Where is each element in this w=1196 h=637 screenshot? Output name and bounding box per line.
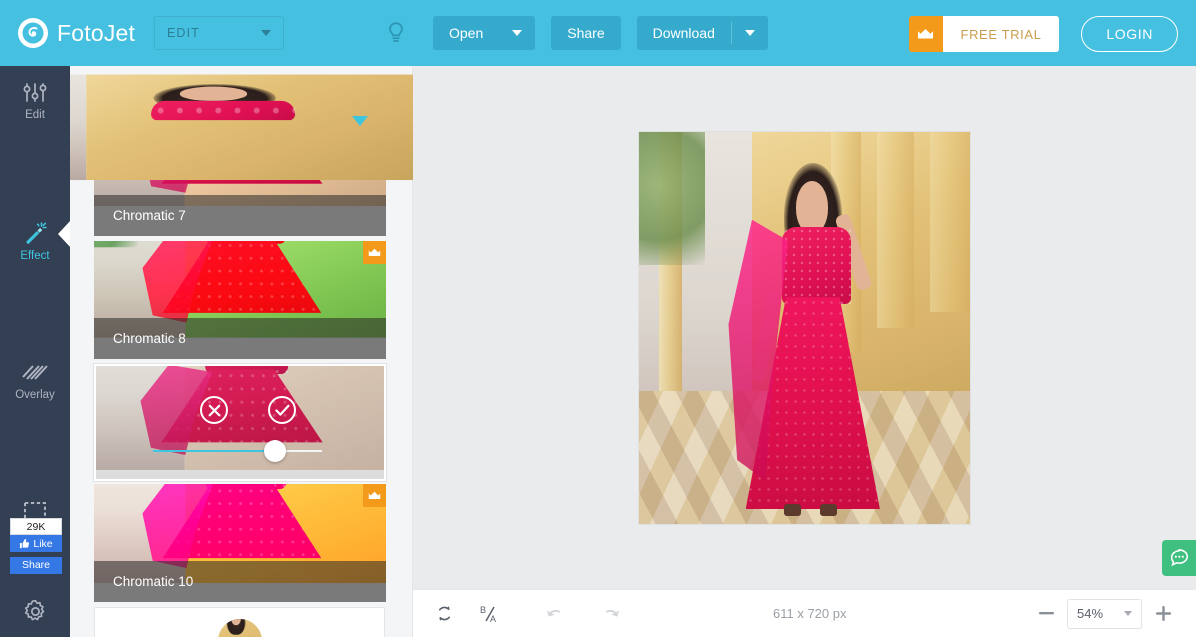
close-x-icon [208,404,221,417]
crown-icon [909,16,943,52]
magic-wand-icon [22,221,48,245]
plus-icon [1156,606,1171,621]
effect-panel: Chromatic [70,66,413,637]
next-category-select[interactable] [94,607,385,637]
brand[interactable]: FotoJet [18,18,148,48]
effect-thumb-label: Chromatic 8 [94,318,386,359]
sidebar-item-overlay[interactable]: Overlay [0,346,70,416]
undo-icon [543,605,565,623]
facebook-share-button[interactable]: Share [10,557,62,574]
left-sidebar: Edit Effect [0,66,70,637]
premium-crown-icon [363,241,386,264]
download-caret[interactable] [732,16,768,50]
share-button-label: Share [567,25,604,41]
tips-lightbulb-button[interactable] [383,17,409,49]
diagonal-stripes-icon [22,362,48,384]
minus-icon [1039,612,1054,615]
premium-crown-icon [363,484,386,507]
effect-category-select[interactable]: Chromatic [94,98,385,144]
login-button[interactable]: LOGIN [1081,16,1178,52]
effect-list[interactable]: Chromatic 7 [70,132,413,637]
fotojet-swirl-logo-icon [18,18,48,48]
chevron-down-icon [261,30,271,36]
effect-intensity-slider-fill [153,450,275,452]
chevron-down-icon [512,30,522,36]
top-bar: FotoJet EDIT Open Share Download [0,0,1196,66]
sliders-icon [22,82,48,104]
free-trial-label: FREE TRIAL [943,16,1060,52]
download-button-label: Download [637,16,731,50]
effect-thumb-label: Chromatic 7 [94,195,386,236]
chevron-down-icon [745,30,755,36]
download-button[interactable]: Download [637,16,768,50]
reset-button[interactable] [427,597,461,631]
chevron-down-icon [1124,611,1132,616]
bottom-toolbar: B A 611 x 720 px 54% [413,589,1196,637]
facebook-like-label: Like [33,538,52,550]
open-button-label: Open [433,16,499,50]
fotojet-editor-app: FotoJet EDIT Open Share Download [0,0,1196,637]
svg-text:A: A [490,614,496,624]
lightbulb-icon [386,21,406,45]
like-count: 29K [10,518,62,535]
share-button[interactable]: Share [551,16,620,50]
mode-select[interactable]: EDIT [154,16,284,50]
effect-intensity-slider[interactable] [153,450,322,452]
effect-thumb-chromatic-10[interactable]: Chromatic 10 [94,484,386,602]
svg-text:B: B [480,605,486,615]
sidebar-item-label: Edit [25,109,45,121]
redo-button[interactable] [595,597,629,631]
free-trial-button[interactable]: FREE TRIAL [909,16,1060,52]
zoom-controls: 54% [1033,599,1176,629]
thumbs-up-icon [19,538,30,549]
sidebar-item-effect[interactable]: Effect [0,206,70,276]
effect-confirm-button[interactable] [268,396,296,424]
zoom-level-value: 54% [1077,606,1103,621]
effect-thumb-label: Chromatic 10 [94,561,386,602]
header-right-actions: FREE TRIAL LOGIN [909,16,1178,52]
mode-select-label: EDIT [167,26,200,40]
zoom-out-button[interactable] [1033,601,1059,627]
gear-icon [23,599,48,624]
image-dimensions: 611 x 720 px [773,606,846,621]
effect-thumb-chromatic-9-selected[interactable] [94,364,386,481]
brand-name: FotoJet [57,20,135,47]
check-icon [275,404,290,417]
zoom-in-button[interactable] [1150,601,1176,627]
open-button[interactable]: Open [433,16,535,50]
effect-thumb-chromatic-8[interactable]: Chromatic 8 [94,241,386,359]
zoom-level-select[interactable]: 54% [1067,599,1142,629]
before-after-button[interactable]: B A [473,597,507,631]
effect-intensity-slider-knob[interactable] [264,440,286,462]
before-after-icon: B A [479,604,501,624]
settings-button[interactable] [0,586,70,636]
sidebar-item-label: Effect [20,250,49,262]
login-label: LOGIN [1106,26,1153,42]
redo-icon [601,605,623,623]
chat-support-button[interactable] [1162,540,1196,576]
sidebar-item-label: Overlay [15,389,55,401]
next-category-thumbnail-icon [218,619,262,637]
effect-cancel-button[interactable] [200,396,228,424]
undo-button[interactable] [537,597,571,631]
facebook-like-button[interactable]: Like [10,535,62,552]
effect-thumb-image [96,366,384,479]
facebook-like-widget: 29K Like Share [10,518,62,574]
canvas-area[interactable] [413,66,1196,589]
photo-image [639,132,970,524]
photo-canvas[interactable] [639,132,970,524]
chevron-down-icon [352,116,368,126]
open-caret[interactable] [499,16,535,50]
effect-preview-thumbnail-icon [312,99,356,143]
sidebar-item-edit[interactable]: Edit [0,66,70,136]
chat-bubble-icon [1168,547,1190,569]
rotate-reset-icon [435,604,454,623]
